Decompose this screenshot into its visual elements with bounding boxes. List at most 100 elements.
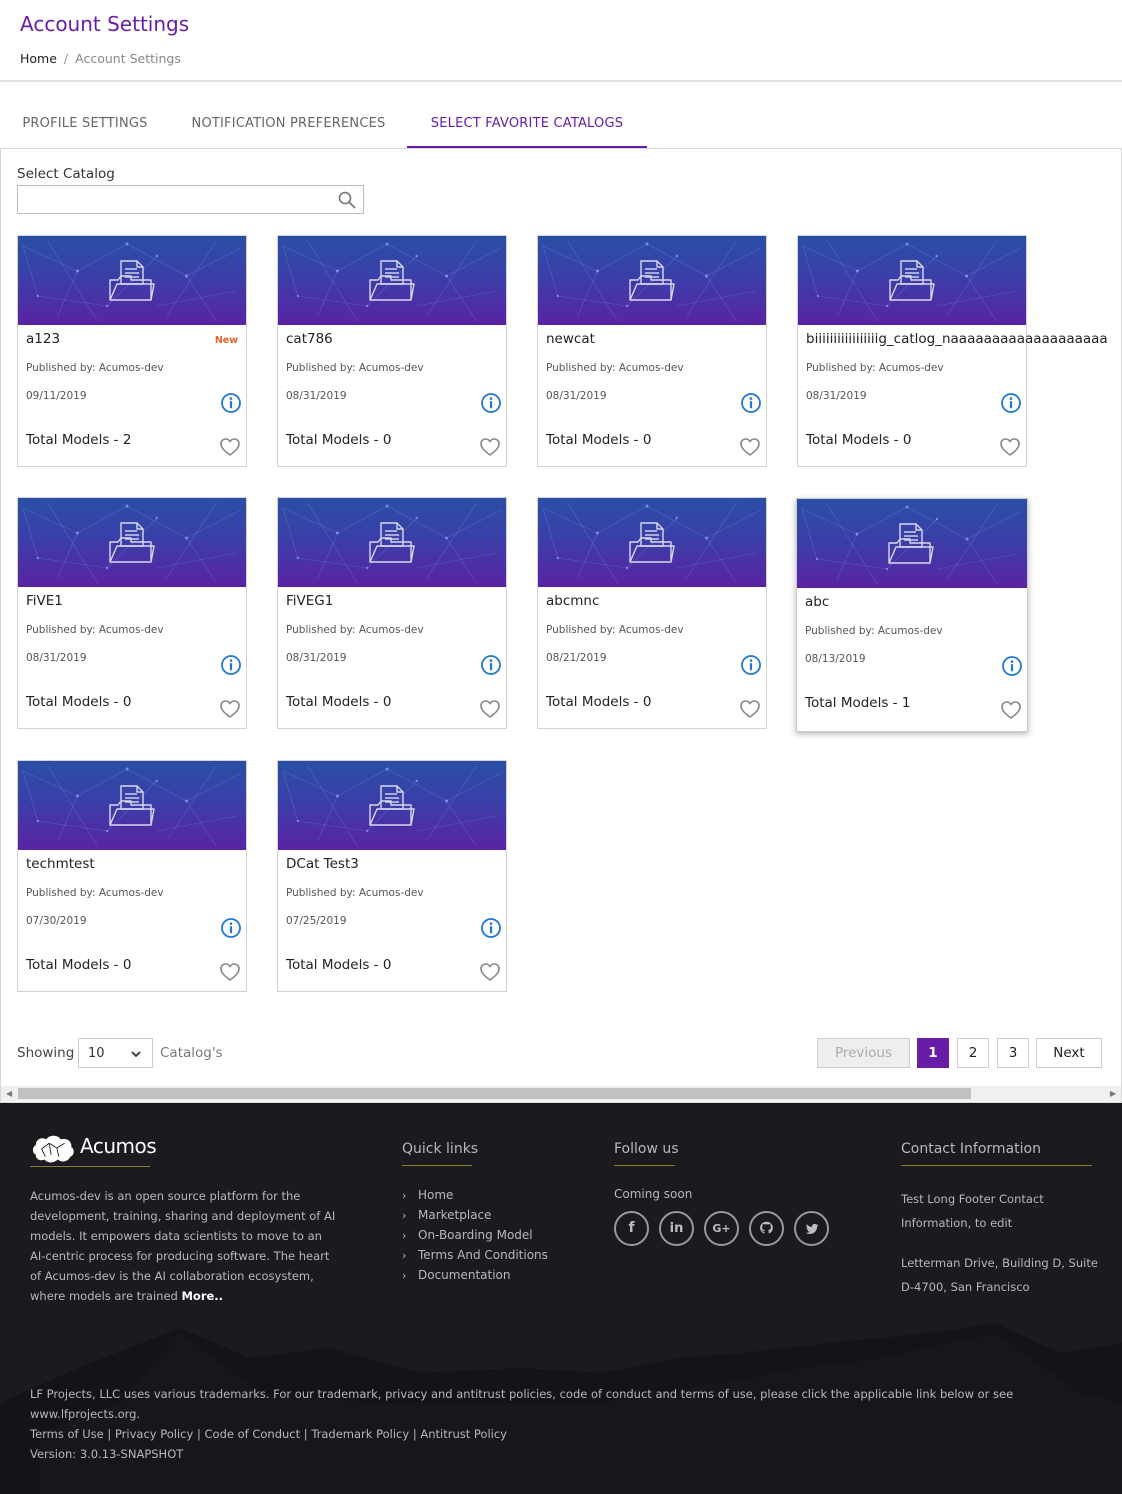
twitter-icon[interactable] bbox=[794, 1211, 829, 1246]
info-icon[interactable] bbox=[1000, 392, 1022, 414]
heart-icon[interactable] bbox=[219, 961, 241, 983]
quick-links-list: › Home › Marketplace › On-Boarding Model › T… bbox=[402, 1185, 548, 1285]
catalog-card-7[interactable]: abcmnc Published by: Acumos-dev 08/21/20… bbox=[537, 497, 767, 729]
catalog-card-3[interactable]: newcat Published by: Acumos-dev 08/31/20… bbox=[537, 235, 767, 467]
catalog-name[interactable]: newcat bbox=[546, 331, 595, 347]
next-page-button[interactable]: Next bbox=[1036, 1038, 1102, 1068]
facebook-icon[interactable]: f bbox=[614, 1211, 649, 1246]
tab-select-favorite-catalogs[interactable]: SELECT FAVORITE CATALOGS bbox=[407, 100, 647, 148]
trademark-policy-link[interactable]: Trademark Policy bbox=[311, 1427, 409, 1441]
heart-icon[interactable] bbox=[219, 698, 241, 720]
catalog-publisher: Published by: Acumos-dev bbox=[805, 625, 943, 637]
quick-links-heading: Quick links bbox=[402, 1141, 479, 1157]
catalog-name[interactable]: abc bbox=[805, 594, 829, 610]
heart-icon[interactable] bbox=[479, 698, 501, 720]
page-2-button[interactable]: 2 bbox=[957, 1038, 989, 1068]
catalog-card-1[interactable]: a123 New Published by: Acumos-dev 09/11/… bbox=[17, 235, 247, 467]
terms-of-use-link[interactable]: Terms of Use bbox=[30, 1427, 104, 1441]
info-icon[interactable] bbox=[480, 654, 502, 676]
new-badge: New bbox=[214, 335, 238, 346]
folder-icon bbox=[629, 260, 675, 301]
catalog-card-2[interactable]: cat786 Published by: Acumos-dev 08/31/20… bbox=[277, 235, 507, 467]
settings-tabs: PROFILE SETTINGS NOTIFICATION PREFERENCE… bbox=[0, 100, 1122, 148]
footer-link-label: Documentation bbox=[418, 1268, 511, 1282]
footer: Acumos Acumos-dev is an open source plat… bbox=[0, 1103, 1122, 1494]
select-catalog-label: Select Catalog bbox=[17, 166, 115, 182]
legal-text: LF Projects, LLC uses various trademarks… bbox=[30, 1387, 1014, 1421]
catalog-name[interactable]: DCat Test3 bbox=[286, 856, 359, 872]
heart-icon[interactable] bbox=[219, 436, 241, 458]
search-icon[interactable] bbox=[337, 190, 357, 210]
heart-icon[interactable] bbox=[999, 436, 1021, 458]
catalog-banner bbox=[278, 236, 506, 325]
info-icon[interactable] bbox=[480, 917, 502, 939]
folder-icon bbox=[369, 260, 415, 301]
info-icon[interactable] bbox=[480, 392, 502, 414]
catalog-card-6[interactable]: FiVEG1 Published by: Acumos-dev 08/31/20… bbox=[277, 497, 507, 729]
page-size-select[interactable]: 10 bbox=[78, 1038, 153, 1068]
catalog-name[interactable]: cat786 bbox=[286, 331, 333, 347]
catalog-card-8[interactable]: abc Published by: Acumos-dev 08/13/2019 … bbox=[796, 498, 1028, 732]
antitrust-policy-link[interactable]: Antitrust Policy bbox=[420, 1427, 507, 1441]
catalog-name[interactable]: biiiiiiiiiiiiiiiiig_catlog_naaaaaaaaaaaa… bbox=[806, 331, 1108, 347]
catalog-card-5[interactable]: FiVE1 Published by: Acumos-dev 08/31/201… bbox=[17, 497, 247, 729]
legal-notice: LF Projects, LLC uses various trademarks… bbox=[30, 1384, 1030, 1464]
catalog-publisher: Published by: Acumos-dev bbox=[286, 624, 424, 636]
folder-icon bbox=[109, 785, 155, 826]
google-plus-icon[interactable]: G+ bbox=[704, 1211, 739, 1246]
catalog-name[interactable]: FiVEG1 bbox=[286, 593, 333, 609]
heart-icon[interactable] bbox=[479, 436, 501, 458]
scroll-left-icon[interactable]: ◀ bbox=[6, 1089, 12, 1098]
privacy-policy-link[interactable]: Privacy Policy bbox=[115, 1427, 193, 1441]
catalog-date: 09/11/2019 bbox=[26, 390, 87, 402]
catalog-card-9[interactable]: techmtest Published by: Acumos-dev 07/30… bbox=[17, 760, 247, 992]
catalog-search-input[interactable] bbox=[17, 185, 364, 214]
page-3-button[interactable]: 3 bbox=[997, 1038, 1029, 1068]
footer-link-marketplace[interactable]: › Marketplace bbox=[402, 1205, 548, 1225]
footer-link-onboarding[interactable]: › On-Boarding Model bbox=[402, 1225, 548, 1245]
catalog-name[interactable]: abcmnc bbox=[546, 593, 599, 609]
heart-icon[interactable] bbox=[1000, 699, 1022, 721]
scrollbar-thumb[interactable] bbox=[18, 1088, 971, 1099]
breadcrumb-home-link[interactable]: Home bbox=[20, 51, 57, 66]
legal-links: Terms of Use | Privacy Policy | Code of … bbox=[30, 1427, 507, 1441]
previous-page-button[interactable]: Previous bbox=[817, 1038, 910, 1068]
catalog-publisher: Published by: Acumos-dev bbox=[286, 887, 424, 899]
code-of-conduct-link[interactable]: Code of Conduct bbox=[205, 1427, 301, 1441]
breadcrumb-current: Account Settings bbox=[75, 51, 181, 66]
version-text: Version: 3.0.13-SNAPSHOT bbox=[30, 1447, 184, 1461]
linkedin-icon[interactable]: in bbox=[659, 1211, 694, 1246]
footer-description-text: Acumos-dev is an open source platform fo… bbox=[30, 1189, 336, 1303]
heart-icon[interactable] bbox=[739, 436, 761, 458]
acumos-logo[interactable] bbox=[30, 1131, 78, 1167]
tab-profile-settings[interactable]: PROFILE SETTINGS bbox=[0, 100, 170, 148]
footer-link-home[interactable]: › Home bbox=[402, 1185, 548, 1205]
info-icon[interactable] bbox=[220, 917, 242, 939]
github-icon[interactable] bbox=[749, 1211, 784, 1246]
heart-icon[interactable] bbox=[479, 961, 501, 983]
catalog-publisher: Published by: Acumos-dev bbox=[806, 362, 944, 374]
footer-link-terms[interactable]: › Terms And Conditions bbox=[402, 1245, 548, 1265]
info-icon[interactable] bbox=[740, 392, 762, 414]
scroll-right-icon[interactable]: ▶ bbox=[1110, 1089, 1116, 1098]
catalog-name[interactable]: a123 bbox=[26, 331, 60, 347]
catalog-date: 08/31/2019 bbox=[26, 652, 87, 664]
catalog-card-4[interactable]: biiiiiiiiiiiiiiiiig_catlog_naaaaaaaaaaaa… bbox=[797, 235, 1108, 467]
info-icon[interactable] bbox=[220, 392, 242, 414]
more-link[interactable]: More.. bbox=[181, 1289, 223, 1303]
info-icon[interactable] bbox=[1001, 655, 1023, 677]
catalog-card-10[interactable]: DCat Test3 Published by: Acumos-dev 07/2… bbox=[277, 760, 507, 992]
info-icon[interactable] bbox=[220, 654, 242, 676]
folder-icon bbox=[889, 260, 935, 301]
footer-link-documentation[interactable]: › Documentation bbox=[402, 1265, 548, 1285]
catalog-name[interactable]: FiVE1 bbox=[26, 593, 63, 609]
tab-notification-preferences[interactable]: NOTIFICATION PREFERENCES bbox=[170, 100, 407, 148]
heart-icon[interactable] bbox=[739, 698, 761, 720]
horizontal-scrollbar[interactable]: ◀ ▶ bbox=[1, 1086, 1121, 1101]
catalog-banner bbox=[18, 761, 246, 850]
catalog-date: 08/31/2019 bbox=[806, 390, 867, 402]
info-icon[interactable] bbox=[740, 654, 762, 676]
page-1-button[interactable]: 1 bbox=[917, 1038, 949, 1068]
chevron-right-icon: › bbox=[402, 1249, 407, 1262]
catalog-name[interactable]: techmtest bbox=[26, 856, 95, 872]
